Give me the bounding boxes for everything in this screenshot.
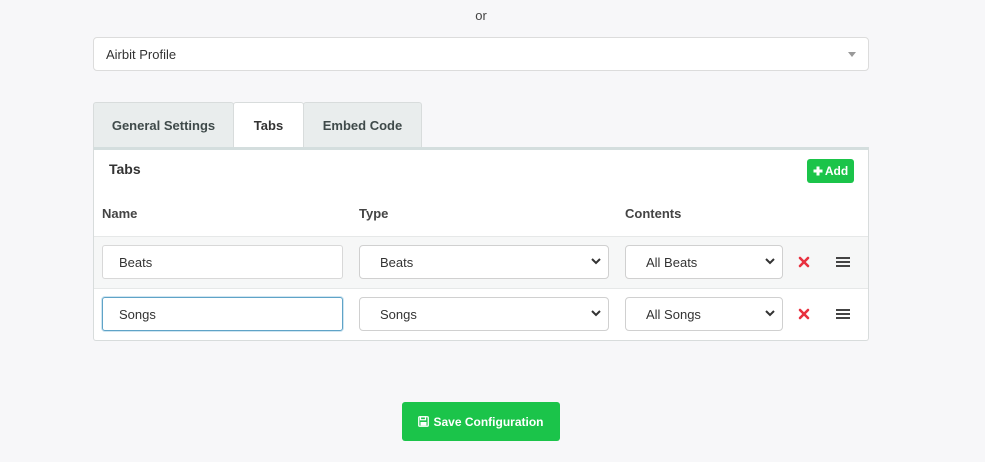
tab-embed-code[interactable]: Embed Code bbox=[303, 102, 422, 147]
tab-tabs[interactable]: Tabs bbox=[233, 102, 304, 147]
chevron-down-icon bbox=[765, 310, 775, 317]
tab-contents-value: All Beats bbox=[646, 254, 698, 270]
tabs-panel: Tabs Add Name Type Contents Beats All Be… bbox=[93, 147, 869, 341]
add-button-label: Add bbox=[824, 164, 849, 178]
drag-handle-icon[interactable] bbox=[836, 308, 850, 320]
column-header-contents: Contents bbox=[625, 206, 682, 221]
remove-icon[interactable] bbox=[798, 308, 810, 320]
tab-name-input[interactable] bbox=[102, 297, 343, 331]
profile-select[interactable]: Airbit Profile bbox=[93, 37, 869, 71]
save-button-label: Save Configuration bbox=[433, 414, 544, 429]
drag-handle-icon[interactable] bbox=[836, 256, 850, 268]
tab-contents-value: All Songs bbox=[646, 306, 701, 322]
panel-title: Tabs bbox=[109, 161, 141, 177]
tab-contents-select[interactable]: All Beats bbox=[625, 245, 783, 279]
save-configuration-button[interactable]: Save Configuration bbox=[402, 402, 560, 441]
column-header-name: Name bbox=[102, 206, 138, 221]
chevron-down-icon bbox=[591, 258, 601, 265]
tab-type-value: Songs bbox=[380, 306, 417, 322]
remove-icon[interactable] bbox=[798, 256, 810, 268]
column-header-type: Type bbox=[359, 206, 389, 221]
profile-select-value: Airbit Profile bbox=[106, 46, 177, 62]
or-divider-text: or bbox=[475, 8, 487, 23]
tab-type-value: Beats bbox=[380, 254, 414, 270]
tabs-nav: General Settings Tabs Embed Code bbox=[93, 102, 422, 147]
add-tab-button[interactable]: Add bbox=[807, 159, 854, 183]
caret-down-icon bbox=[848, 52, 856, 57]
tab-type-select[interactable]: Beats bbox=[359, 245, 609, 279]
chevron-down-icon bbox=[765, 258, 775, 265]
row-divider bbox=[94, 288, 868, 289]
tab-general-settings[interactable]: General Settings bbox=[93, 102, 234, 147]
plus-icon bbox=[813, 166, 823, 176]
tab-type-select[interactable]: Songs bbox=[359, 297, 609, 331]
floppy-disk-icon bbox=[418, 416, 430, 427]
tab-name-input[interactable] bbox=[102, 245, 343, 279]
tab-contents-select[interactable]: All Songs bbox=[625, 297, 783, 331]
chevron-down-icon bbox=[591, 310, 601, 317]
